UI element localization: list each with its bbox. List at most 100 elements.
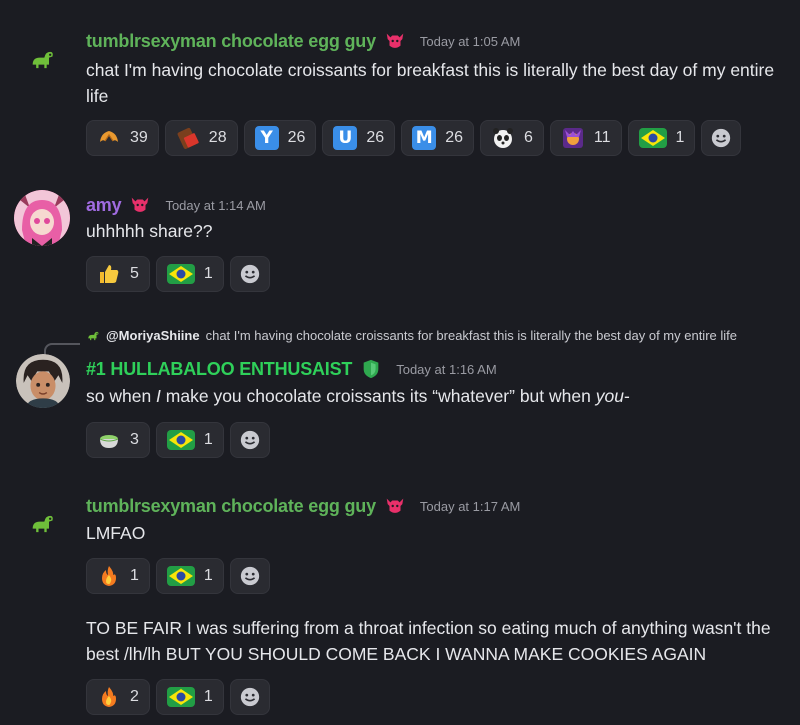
dino-avatar-icon: [32, 515, 53, 533]
add-reaction-icon: [239, 430, 260, 450]
reply-username[interactable]: @MoriyaShiine: [106, 328, 200, 343]
reaction-fire[interactable]: 2: [86, 679, 150, 715]
message-text: LMFAO: [86, 523, 146, 543]
text-part: -: [623, 386, 630, 406]
reaction-bar: 2 1: [86, 679, 270, 715]
reaction-brazil[interactable]: 1: [155, 558, 224, 594]
reaction-panda[interactable]: 6: [479, 120, 544, 156]
matcha-bowl-icon: [99, 435, 119, 448]
message-header: #1 HULLABALOO ENTHUSAIST Today at 1:16 A…: [86, 358, 497, 380]
timestamp[interactable]: Today at 1:05 AM: [420, 34, 520, 49]
text-emphasis: you: [595, 386, 624, 406]
reaction-count: 6: [523, 129, 533, 146]
text-part: so when: [86, 386, 157, 406]
add-reaction-button[interactable]: [229, 558, 270, 594]
reaction-bar: 39 28 Y 26 U 26 M 26 6 11 1: [86, 120, 742, 156]
dino-avatar-icon: [32, 51, 53, 69]
message-text: chat I'm having chocolate croissants for…: [86, 60, 775, 106]
username[interactable]: #1 HULLABALOO ENTHUSAIST: [86, 359, 352, 380]
reaction-thumbs-up[interactable]: 5: [86, 256, 150, 292]
message-header: tumblrsexyman chocolate egg guy Today at…: [86, 495, 520, 517]
message-header: amy Today at 1:14 AM: [86, 194, 266, 216]
reaction-count: 26: [366, 129, 385, 146]
reaction-u[interactable]: U 26: [322, 120, 396, 156]
brazil-flag-icon: [166, 687, 195, 707]
reaction-count: 26: [445, 129, 463, 146]
chocolate-bar-icon: [177, 127, 199, 149]
add-reaction-icon: [239, 687, 260, 707]
message-text-followup: TO BE FAIR I was suffering from a throat…: [86, 618, 771, 664]
purple-character-icon: [562, 128, 583, 148]
fire-icon: [102, 566, 116, 586]
letter-y-icon: Y: [254, 126, 279, 150]
reaction-brazil[interactable]: 1: [155, 256, 224, 292]
amy-avatar-icon: [14, 190, 70, 246]
croissant-icon: [100, 131, 118, 142]
reaction-count: 28: [208, 129, 227, 146]
brazil-flag-icon: [638, 128, 667, 148]
brazil-flag-icon: [166, 430, 195, 450]
reaction-count: 1: [675, 129, 685, 146]
avatar[interactable]: [22, 504, 62, 544]
timestamp[interactable]: Today at 1:16 AM: [396, 362, 496, 377]
reaction-matcha[interactable]: 3: [86, 422, 150, 458]
reply-text[interactable]: chat I'm having chocolate croissants for…: [206, 328, 737, 343]
reaction-brazil[interactable]: 1: [627, 120, 696, 156]
add-reaction-button[interactable]: [229, 256, 270, 292]
message-text: uhhhhh share??: [86, 221, 213, 241]
add-reaction-button[interactable]: [701, 120, 742, 156]
reaction-brazil[interactable]: 1: [155, 422, 224, 458]
bull-badge-icon[interactable]: [384, 30, 406, 52]
thumbs-up-icon: [100, 265, 119, 283]
reaction-brazil[interactable]: 1: [155, 679, 224, 715]
bull-badge-icon[interactable]: [384, 495, 406, 517]
reaction-count: 26: [287, 129, 306, 146]
username[interactable]: tumblrsexyman chocolate egg guy: [86, 496, 376, 517]
reaction-count: 11: [593, 129, 611, 146]
timestamp[interactable]: Today at 1:14 AM: [165, 198, 265, 213]
shield-badge-icon[interactable]: [360, 358, 382, 380]
text-part: make you chocolate croissants its “whate…: [160, 386, 596, 406]
timestamp[interactable]: Today at 1:17 AM: [420, 499, 520, 514]
reaction-count: 3: [130, 431, 139, 448]
avatar[interactable]: [16, 354, 70, 408]
reaction-count: 2: [130, 688, 139, 705]
add-reaction-button[interactable]: [229, 422, 270, 458]
reaction-count: 5: [130, 265, 139, 282]
bull-badge-icon[interactable]: [129, 194, 151, 216]
reaction-bar: 3 1: [86, 422, 270, 458]
add-reaction-button[interactable]: [229, 679, 270, 715]
reaction-chocolate[interactable]: 28: [164, 120, 238, 156]
reaction-count: 1: [203, 567, 213, 584]
reaction-count: 1: [203, 265, 213, 282]
avatar[interactable]: [14, 190, 70, 246]
panda-face-icon: [492, 128, 513, 148]
add-reaction-icon: [239, 566, 260, 586]
username[interactable]: tumblrsexyman chocolate egg guy: [86, 31, 376, 52]
reaction-fire[interactable]: 1: [86, 558, 150, 594]
reaction-bar: 1 1: [86, 558, 270, 594]
reaction-count: 1: [203, 688, 213, 705]
message-header: tumblrsexyman chocolate egg guy Today at…: [86, 30, 520, 52]
reaction-m[interactable]: M 26: [401, 120, 474, 156]
reaction-bar: 5 1: [86, 256, 270, 292]
reply-preview[interactable]: @MoriyaShiine chat I'm having chocolate …: [86, 328, 737, 343]
reaction-count: 1: [203, 431, 213, 448]
reaction-purple-character[interactable]: 11: [549, 120, 622, 156]
reaction-croissant[interactable]: 39: [86, 120, 159, 156]
letter-u-icon: U: [333, 126, 358, 150]
reaction-y[interactable]: Y 26: [243, 120, 317, 156]
reaction-count: 39: [130, 129, 148, 146]
avatar[interactable]: [22, 40, 62, 80]
fire-icon: [102, 687, 116, 707]
reply-dino-icon: [88, 331, 99, 340]
brazil-flag-icon: [166, 264, 195, 284]
reaction-count: 1: [130, 567, 139, 584]
message-text: so when I make you chocolate croissants …: [86, 383, 786, 409]
add-reaction-icon: [239, 264, 260, 284]
username[interactable]: amy: [86, 195, 122, 216]
letter-m-icon: M: [412, 126, 437, 150]
add-reaction-icon: [711, 128, 732, 148]
hullabaloo-avatar-icon: [16, 354, 70, 408]
brazil-flag-icon: [166, 566, 195, 586]
